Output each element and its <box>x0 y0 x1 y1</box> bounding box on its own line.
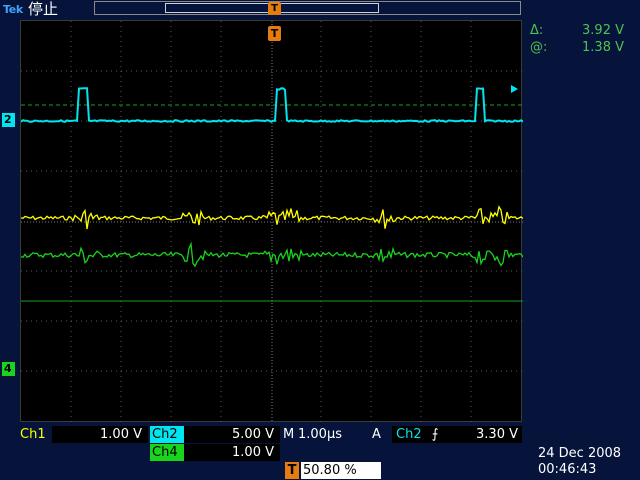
date-text: 24 Dec 2008 <box>538 446 622 461</box>
trigger-info[interactable]: Ch2 ⨍ 3.30 V <box>392 426 522 443</box>
ch2-ground-marker[interactable]: 2 <box>2 113 15 127</box>
trigger-level-value: 3.30 V <box>476 427 518 442</box>
acquisition-status: 停止 <box>28 0 59 18</box>
timebase-value[interactable]: 1.00µs <box>298 426 342 443</box>
delta-symbol: Δ: <box>530 23 544 38</box>
datetime: 24 Dec 2008 00:46:43 <box>538 446 621 478</box>
delta-value: 3.92 V <box>582 23 624 38</box>
ch1-label[interactable]: Ch1 <box>18 426 48 443</box>
ch1-scale[interactable]: 1.00 V <box>52 426 148 443</box>
trigger-marker[interactable]: T <box>268 26 281 41</box>
time-text: 00:46:43 <box>538 462 597 477</box>
at-symbol: @: <box>530 40 548 55</box>
trigger-pos-icon: T <box>285 462 299 479</box>
ch4-scale[interactable]: 1.00 V <box>184 444 280 461</box>
timebase-prefix: M <box>283 427 295 442</box>
trigger-level-icon[interactable] <box>511 85 518 93</box>
cursor-readout: Δ: 3.92 V @: 1.38 V <box>528 22 638 56</box>
trigger-source: Ch2 <box>396 427 422 442</box>
at-value: 1.38 V <box>582 40 624 55</box>
trigger-position[interactable]: 50.80 % <box>301 462 381 479</box>
graticule-grid <box>21 21 523 423</box>
record-view-bar <box>94 1 521 15</box>
rising-edge-icon: ⨍ <box>431 427 439 442</box>
trigger-mode: A <box>372 427 381 442</box>
top-bar: Tek 停止 T <box>0 0 640 20</box>
ch4-label[interactable]: Ch4 <box>150 444 186 461</box>
ch2-label[interactable]: Ch2 <box>150 426 186 443</box>
trigger-position-marker: T <box>268 2 281 15</box>
ch2-scale[interactable]: 5.00 V <box>184 426 280 443</box>
ch4-ground-marker[interactable]: 4 <box>2 362 15 376</box>
waveform-display <box>20 20 523 423</box>
tek-logo: Tek <box>3 3 23 16</box>
